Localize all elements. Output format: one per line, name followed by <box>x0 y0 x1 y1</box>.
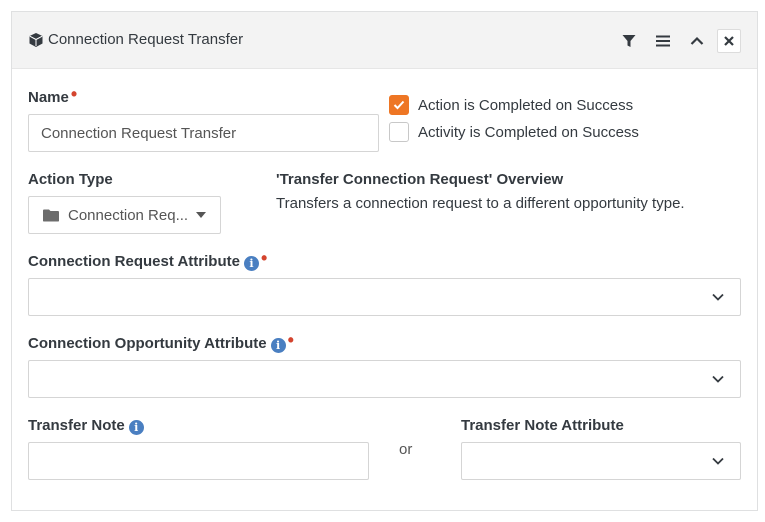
name-input[interactable]: Connection Request Transfer <box>28 114 379 152</box>
chevron-up-icon <box>690 36 704 45</box>
connection-opportunity-attribute-label: Connection Opportunity Attribute i • <box>28 330 294 353</box>
action-completed-label: Action is Completed on Success <box>418 96 634 114</box>
activity-completed-label: Activity is Completed on Success <box>418 123 639 141</box>
folder-icon <box>43 209 59 221</box>
transfer-note-label: Transfer Note i <box>28 417 144 435</box>
caret-down-icon <box>196 212 207 218</box>
collapse-button[interactable] <box>685 29 709 53</box>
action-type-value: Connection Req... <box>68 206 189 224</box>
close-button[interactable] <box>717 29 741 53</box>
chevron-down-icon <box>712 293 724 301</box>
panel-title: Connection Request Transfer <box>48 31 244 48</box>
info-icon[interactable]: i <box>270 338 286 353</box>
connection-request-attribute-select[interactable] <box>28 278 741 316</box>
or-separator: or <box>399 441 413 458</box>
info-icon[interactable]: i <box>243 256 259 271</box>
required-indicator: • <box>70 84 78 104</box>
name-label: Name • <box>28 84 78 106</box>
action-type-label: Action Type <box>28 171 113 188</box>
activity-completed-checkbox[interactable]: Activity is Completed on Success <box>389 122 639 142</box>
action-completed-checkbox[interactable]: Action is Completed on Success <box>389 95 633 115</box>
close-icon <box>724 36 734 46</box>
checkbox-unchecked[interactable] <box>389 122 409 142</box>
required-indicator: • <box>260 248 268 268</box>
menu-icon <box>656 35 670 47</box>
filter-button[interactable] <box>617 29 641 53</box>
transfer-note-input[interactable] <box>28 442 369 480</box>
overview-title: 'Transfer Connection Request' Overview <box>276 171 564 188</box>
connection-opportunity-attribute-select[interactable] <box>28 360 741 398</box>
required-indicator: • <box>287 330 294 350</box>
transfer-note-attribute-select[interactable] <box>461 442 741 480</box>
filter-icon <box>622 35 636 47</box>
chevron-down-icon <box>712 375 724 383</box>
check-icon <box>393 100 405 110</box>
menu-button[interactable] <box>651 29 675 53</box>
panel-header[interactable]: Connection Request Transfer <box>12 12 757 69</box>
transfer-note-attribute-label: Transfer Note Attribute <box>461 417 624 434</box>
checkbox-checked[interactable] <box>389 95 409 115</box>
action-type-picker[interactable]: Connection Req... <box>28 196 221 234</box>
info-icon[interactable]: i <box>128 420 144 435</box>
overview-text: Transfers a connection request to a diff… <box>276 195 685 212</box>
cube-icon <box>28 32 44 48</box>
connection-request-attribute-label: Connection Request Attribute i • <box>28 248 268 271</box>
chevron-down-icon <box>712 457 724 465</box>
